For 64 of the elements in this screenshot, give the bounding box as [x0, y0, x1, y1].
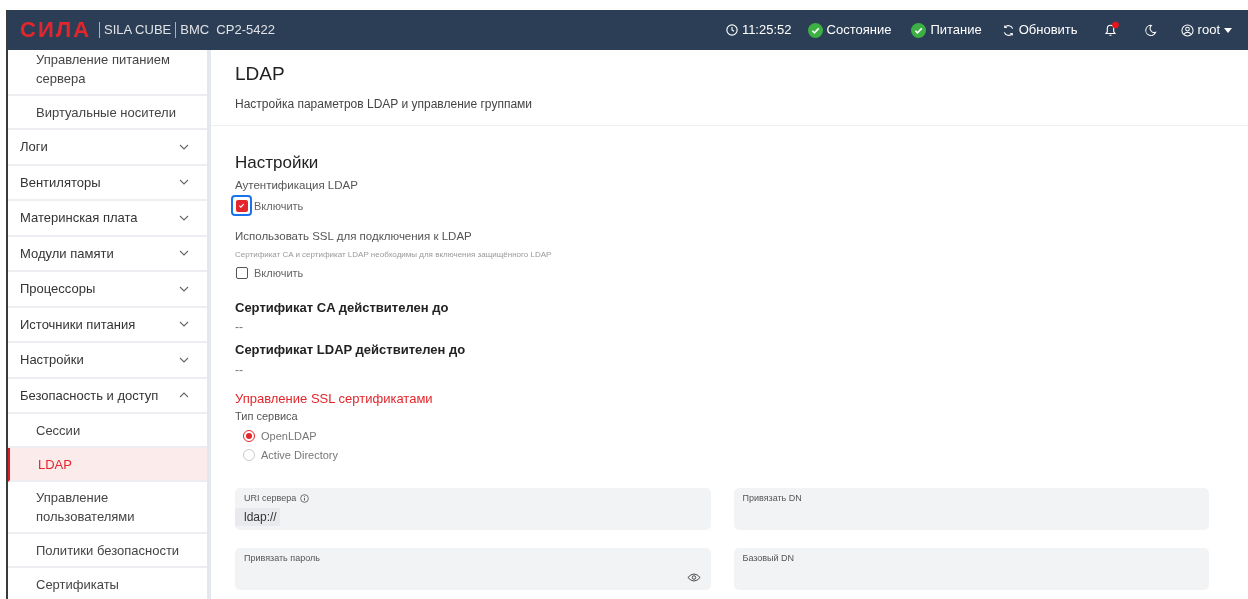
checkbox[interactable]	[233, 264, 250, 282]
sidebar-item[interactable]: Управление питанием сервера	[8, 50, 207, 96]
field-label: Базовый DN	[742, 551, 795, 565]
input-field[interactable]: Привязать DN	[733, 487, 1209, 530]
sidebar-group[interactable]: Источники питания	[8, 307, 207, 343]
status-button[interactable]: Питание	[911, 20, 982, 40]
cert-value: --	[235, 319, 244, 336]
field-label: Привязать пароль	[244, 551, 320, 565]
moon-icon[interactable]	[1143, 23, 1157, 37]
status-button[interactable]: Состояние	[807, 20, 892, 40]
sidebar-item[interactable]: Политики безопасности	[8, 534, 207, 568]
page-subtitle: Настройка параметров LDAP и управление группами	[235, 95, 533, 113]
field-label: Привязать DN	[742, 491, 802, 505]
product-name: SILA CUBE	[104, 21, 172, 40]
clock-icon	[725, 24, 738, 36]
sidebar-group[interactable]: Процессоры	[8, 272, 207, 308]
field-label: URI сервера	[244, 491, 297, 505]
check-icon	[238, 202, 245, 210]
cert-label: Сертификат LDAP действителен до	[235, 341, 467, 359]
chevron-down-icon	[179, 285, 189, 292]
page-title: LDAP	[235, 62, 286, 86]
field-label: Использовать SSL для подключения к LDAP	[235, 229, 473, 245]
chevron-down-icon	[179, 250, 189, 257]
model-name: BMC CP2-5422	[180, 21, 275, 40]
input-field[interactable]: Базовый DN	[733, 547, 1209, 590]
checkbox[interactable]	[233, 197, 250, 215]
sidebar-item[interactable]: Сертификаты	[8, 568, 207, 599]
sidebar-group[interactable]: Безопасность и доступ	[8, 378, 207, 414]
user-icon	[1180, 23, 1194, 37]
field-label: Аутентификация LDAP	[235, 178, 359, 193]
logo: СИЛА	[20, 19, 92, 41]
sidebar-group[interactable]: Вентиляторы	[8, 165, 207, 201]
hint-text: Сертификат CA и сертификат LDAP необходимы для включения защищённого LDAP	[235, 248, 553, 261]
cert-label: Сертификат CA действителен до	[235, 298, 450, 317]
section-heading: Настройки	[235, 151, 320, 174]
cert-value: --	[235, 361, 244, 379]
checkbox-label: Включить	[254, 265, 304, 281]
chevron-down-icon	[179, 179, 189, 186]
ssl-certificates-link[interactable]: Управление SSL сертификатами	[235, 388, 433, 408]
input-prefix: ldap://	[235, 508, 280, 526]
chevron-down-icon	[179, 143, 189, 150]
time-text: 11:25:52	[741, 21, 792, 40]
sidebar-item[interactable]: LDAP	[8, 448, 207, 482]
chevron-down-icon	[179, 214, 189, 221]
radio-label: OpenLDAP	[261, 428, 317, 444]
eye-icon[interactable]	[686, 572, 701, 582]
sidebar-item[interactable]: Виртуальные носители	[8, 96, 207, 130]
chevron-down-icon	[179, 321, 189, 328]
input-field[interactable]: URI сервера ldap://	[235, 487, 711, 530]
sidebar-group[interactable]: Логи	[8, 130, 207, 166]
chevron-down-icon	[179, 356, 189, 363]
refresh-icon	[1001, 23, 1015, 37]
user-menu-button[interactable]: root	[1180, 20, 1232, 40]
field-label: Тип сервиса	[235, 409, 299, 424]
checkbox-label: Включить	[254, 198, 304, 214]
sidebar-item[interactable]: Управление пользователями	[8, 482, 207, 534]
radio-label: Active Directory	[261, 448, 339, 463]
caret-icon	[1224, 27, 1232, 33]
chevron-up-icon	[179, 392, 189, 399]
input-field[interactable]: Привязать пароль	[235, 547, 711, 590]
sidebar-group[interactable]: Материнская плата	[8, 201, 207, 237]
refresh-button[interactable]: Обновить	[1001, 20, 1078, 40]
sidebar-group[interactable]: Модули памяти	[8, 236, 207, 272]
sidebar-group[interactable]: Настройки	[8, 343, 207, 379]
